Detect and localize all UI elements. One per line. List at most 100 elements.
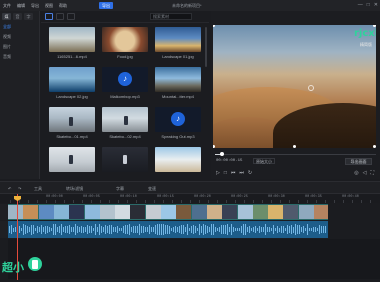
tab-text[interactable]: 字 (24, 13, 33, 20)
export-button[interactable]: 导出 (99, 2, 113, 9)
video-frame-thumbnail (314, 205, 328, 219)
tab-audio[interactable]: 音 (13, 13, 22, 20)
media-item[interactable] (49, 147, 95, 183)
center-target-icon[interactable] (308, 85, 314, 91)
video-frame-thumbnail (99, 205, 115, 219)
sidebar-item-all[interactable]: 全部 (0, 22, 39, 32)
video-frame-thumbnail (268, 205, 284, 219)
watermark-text: 超小 (2, 261, 24, 274)
maximize-icon[interactable]: □ (367, 2, 370, 8)
import-button[interactable] (45, 13, 53, 20)
resize-handle[interactable] (373, 25, 376, 27)
media-item-name: Landscape 01.jpg (162, 54, 194, 59)
media-item[interactable] (102, 147, 148, 183)
video-frame-thumbnail (222, 205, 238, 219)
media-item[interactable]: 1165251...6.mp4 (49, 27, 95, 63)
sidebar-item-video[interactable]: 视频 (0, 32, 39, 42)
title-bar: 文件 编辑 导出 视图 帮助 导出 未命名的新项目* — □ ✕ (0, 0, 380, 11)
media-item[interactable]: ♪ Speaking Out.mp3 (155, 107, 201, 143)
media-scrollbar[interactable] (205, 27, 207, 67)
video-frame-thumbnail (161, 205, 176, 219)
media-thumbnail: ♪ (155, 107, 201, 132)
media-item[interactable]: Skatebo...01.mp4 (49, 107, 95, 143)
speed-button[interactable]: 变速 (148, 186, 156, 192)
play-icon[interactable]: ▷ (216, 170, 220, 176)
folder-icon[interactable] (56, 13, 64, 20)
video-frame-thumbnail (298, 205, 314, 219)
video-clip[interactable] (8, 204, 328, 220)
preview-progress-track[interactable] (215, 154, 376, 155)
music-note-icon: ♪ (171, 112, 185, 126)
prev-frame-icon[interactable]: ⏮ (231, 170, 236, 176)
undo-icon[interactable]: ↶ (8, 186, 11, 191)
video-frame-thumbnail (38, 205, 54, 219)
audio-clip[interactable] (8, 221, 328, 238)
volume-icon[interactable]: ◁ (363, 170, 367, 176)
resize-handle[interactable] (213, 25, 215, 27)
grid-view-icon[interactable] (67, 13, 75, 20)
media-thumbnail (49, 147, 95, 172)
video-frame-thumbnail (8, 205, 23, 219)
minimize-icon[interactable]: — (358, 2, 363, 8)
ruler-label: 00:00:30 (268, 195, 285, 199)
media-item[interactable] (155, 147, 201, 183)
next-frame-icon[interactable]: ⏭ (239, 170, 244, 176)
media-item[interactable]: Food.jpg (102, 27, 148, 63)
menu-view[interactable]: 视图 (42, 3, 56, 9)
empty-track-area[interactable] (8, 239, 380, 279)
sidebar-item-image[interactable]: 图片 (0, 42, 39, 52)
media-thumbnail (155, 67, 201, 92)
menu-edit[interactable]: 编辑 (14, 3, 28, 9)
media-thumbnail (155, 27, 201, 52)
media-thumbnail (155, 147, 201, 172)
loop-icon[interactable]: ↻ (248, 170, 252, 176)
quality-select[interactable]: 原始大小 (253, 158, 275, 164)
snapshot-icon[interactable]: ◎ (354, 170, 358, 176)
app-window: 文件 编辑 导出 视图 帮助 导出 未命名的新项目* — □ ✕ 媒 音 字 全… (0, 0, 380, 282)
media-item-name: Malkombop.mp3 (110, 94, 140, 99)
ruler-label: 00:00:20 (194, 195, 211, 199)
fullscreen-icon[interactable]: ⛶ (370, 170, 374, 176)
media-item[interactable]: Skatebo...02.mp4 (102, 107, 148, 143)
menu-export[interactable]: 导出 (28, 3, 42, 9)
media-item[interactable]: Landscape 01.jpg (155, 27, 201, 63)
ruler-label: 00:00:00 (46, 195, 63, 199)
media-grid: 1165251...6.mp4 Food.jpg Landscape 01.jp… (49, 27, 205, 183)
sidebar-item-audio[interactable]: 音频 (0, 52, 39, 62)
search-input[interactable]: 搜索素材 (150, 13, 192, 20)
media-item-name: Food.jpg (117, 54, 133, 59)
transition-button[interactable]: 转场/滤镜 (66, 186, 83, 192)
video-frame-thumbnail (53, 205, 69, 219)
playback-controls: ▷ □ ⏮ ⏭ ↻ (216, 170, 252, 176)
preview-panel: rjcxb 精简版 00:00:00.15 原始大小 导出画面 ▷ □ ⏮ ⏭ … (211, 11, 380, 179)
close-icon[interactable]: ✕ (374, 2, 378, 8)
media-library: 搜索素材 1165251...6.mp4 Food.jpg Landscape … (41, 11, 209, 179)
menu-file[interactable]: 文件 (0, 3, 14, 9)
media-thumbnail (102, 147, 148, 172)
time-readout: 00:00:00.15 (216, 159, 243, 163)
media-item[interactable]: Landscape 02.jpg (49, 67, 95, 103)
window-title: 未命名的新项目* (172, 3, 202, 8)
export-frame-button[interactable]: 导出画面 (345, 158, 372, 165)
preview-progress-knob[interactable] (220, 152, 224, 156)
redo-icon[interactable]: ↷ (18, 186, 21, 191)
subtitle-button[interactable]: 字幕 (116, 186, 124, 192)
audio-track-header (0, 221, 8, 238)
menu-help[interactable]: 帮助 (56, 3, 70, 9)
stop-icon[interactable]: □ (224, 170, 227, 176)
preview-canvas[interactable]: rjcxb 精简版 (213, 25, 376, 148)
media-thumbnail (102, 27, 148, 52)
video-track-header (0, 204, 8, 220)
media-item[interactable]: Mountai...tter.mp4 (155, 67, 201, 103)
tab-media[interactable]: 媒 (2, 13, 11, 20)
tools-button[interactable]: 工具 (34, 186, 42, 192)
resize-handle[interactable] (293, 145, 296, 148)
video-frame-thumbnail (115, 205, 131, 219)
media-item[interactable]: ♪ Malkombop.mp3 (102, 67, 148, 103)
media-item-name: Speaking Out.mp3 (161, 134, 195, 139)
sidebar-tabs: 媒 音 字 (0, 11, 39, 22)
timeline-ruler[interactable]: 00:00:00 00:00:05 00:00:10 00:00:15 00:00:20… (0, 194, 380, 203)
resize-handle[interactable] (373, 145, 376, 148)
preview-tools: ◎ ◁ ⛶ (354, 170, 374, 176)
media-thumbnail: ♪ (102, 67, 148, 92)
